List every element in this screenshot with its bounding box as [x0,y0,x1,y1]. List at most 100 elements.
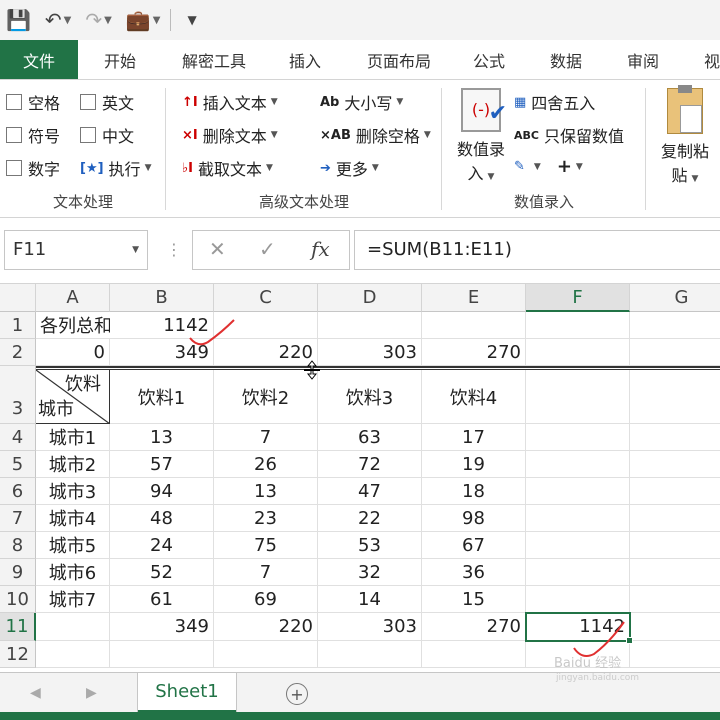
cell-g12[interactable] [630,641,720,668]
cell-g10[interactable] [630,586,720,613]
cell-b7[interactable]: 48 [110,505,214,532]
cell-b4[interactable]: 13 [110,424,214,451]
cell-g11[interactable] [630,613,720,641]
tab-insert[interactable]: 插入 [266,40,344,79]
row-header[interactable]: 1 [0,312,36,339]
chinese-checkbox[interactable]: 中文 [80,123,134,147]
row-header[interactable]: 5 [0,451,36,478]
cell-b5[interactable]: 57 [110,451,214,478]
symbol-checkbox[interactable]: 符号 [6,123,60,147]
row-header[interactable]: 9 [0,559,36,586]
cell-a2[interactable]: 0 [36,339,110,366]
cell-a3-diagonal-header[interactable]: 饮料 城市 [36,370,110,424]
cell-e7[interactable]: 98 [422,505,526,532]
column-header-g[interactable]: G [630,284,720,312]
cell-g8[interactable] [630,532,720,559]
cell-f8[interactable] [526,532,630,559]
cell-c9[interactable]: 7 [214,559,318,586]
column-header-c[interactable]: C [214,284,318,312]
more-button[interactable]: ➔ 更多 ▼ [320,156,379,180]
number-entry-button[interactable]: (-) ✔ 数值录 入 ▼ [452,88,510,184]
case-button[interactable]: Ab 大小写 ▼ [320,90,403,114]
redo-dropdown-icon[interactable]: ▼ [104,15,112,26]
cell-b12[interactable] [110,641,214,668]
add-sheet-icon[interactable]: + [286,683,308,705]
cell-b8[interactable]: 24 [110,532,214,559]
cell-a8[interactable]: 城市5 [36,532,110,559]
cell-c11[interactable]: 220 [214,613,318,641]
delete-text-button[interactable]: ×I 删除文本 ▼ [182,123,278,147]
cell-e11[interactable]: 270 [422,613,526,641]
cell-d9[interactable]: 32 [318,559,422,586]
cell-e9[interactable]: 36 [422,559,526,586]
cell-e12[interactable] [422,641,526,668]
save-icon[interactable]: 💾 [6,5,31,35]
cell-a1[interactable]: 各列总和 [36,312,110,339]
column-header-f[interactable]: F [526,284,630,312]
number-checkbox[interactable]: 数字 [6,156,60,180]
cell-g6[interactable] [630,478,720,505]
tab-formulas[interactable]: 公式 [454,40,524,79]
cell-d10[interactable]: 14 [318,586,422,613]
tab-review[interactable]: 审阅 [608,40,678,79]
execute-button[interactable]: [★] 执行 ▼ [80,156,151,180]
space-checkbox[interactable]: 空格 [6,90,60,114]
row-header[interactable]: 8 [0,532,36,559]
redo-icon[interactable]: ↷ [85,5,102,35]
cell-b11[interactable]: 349 [110,613,214,641]
cell-d8[interactable]: 53 [318,532,422,559]
cell-a5[interactable]: 城市2 [36,451,110,478]
select-all-corner[interactable] [0,284,36,312]
row-header[interactable]: 2 [0,339,36,366]
column-header-b[interactable]: B [110,284,214,312]
cell-d12[interactable] [318,641,422,668]
cell-d2[interactable]: 303 [318,339,422,366]
cell-d1[interactable] [318,312,422,339]
cell-e4[interactable]: 17 [422,424,526,451]
english-checkbox[interactable]: 英文 [80,90,134,114]
cell-g5[interactable] [630,451,720,478]
cell-c4[interactable]: 7 [214,424,318,451]
cell-d4[interactable]: 63 [318,424,422,451]
cell-f10[interactable] [526,586,630,613]
cell-a10[interactable]: 城市7 [36,586,110,613]
cell-f7[interactable] [526,505,630,532]
cell-c10[interactable]: 69 [214,586,318,613]
cell-a9[interactable]: 城市6 [36,559,110,586]
cell-f1[interactable] [526,312,630,339]
edit-button[interactable]: ✎ ▼ + ▼ [514,156,583,177]
scroll-left-icon[interactable]: ◀ [30,685,41,701]
cell-f9[interactable] [526,559,630,586]
row-header[interactable]: 10 [0,586,36,613]
cancel-icon[interactable]: ✕ [209,237,226,261]
tab-view[interactable]: 视 [678,40,720,79]
row-header[interactable]: 3 [0,366,36,424]
row-header[interactable]: 12 [0,641,36,668]
cell-g4[interactable] [630,424,720,451]
briefcase-icon[interactable]: 💼 [126,5,151,35]
cell-e2[interactable]: 270 [422,339,526,366]
column-header-a[interactable]: A [36,284,110,312]
cell-e10[interactable]: 15 [422,586,526,613]
sheet-tab-active[interactable]: Sheet1 [138,673,236,713]
enter-icon[interactable]: ✓ [259,237,276,261]
paste-button[interactable]: 复制粘 贴 ▼ [654,85,716,186]
insert-text-button[interactable]: ↑I 插入文本 ▼ [182,90,278,114]
cell-c7[interactable]: 23 [214,505,318,532]
cell-g1[interactable] [630,312,720,339]
tab-decrypt-tools[interactable]: 解密工具 [162,40,266,79]
cell-e8[interactable]: 67 [422,532,526,559]
cell-d5[interactable]: 72 [318,451,422,478]
name-box[interactable]: F11 ▼ [4,230,148,270]
round-button[interactable]: ▦ 四舍五入 [514,90,595,114]
row-header[interactable]: 6 [0,478,36,505]
cell-a7[interactable]: 城市4 [36,505,110,532]
cell-b3[interactable]: 饮料1 [110,370,214,424]
briefcase-dropdown-icon[interactable]: ▼ [153,15,161,26]
cell-g2[interactable] [630,339,720,366]
extract-text-button[interactable]: ♭I 截取文本 ▼ [182,156,273,180]
row-header[interactable]: 4 [0,424,36,451]
keep-values-button[interactable]: ABC 只保留数值 [514,123,624,147]
insert-function-button[interactable]: fx [311,237,330,261]
cell-e3[interactable]: 饮料4 [422,370,526,424]
